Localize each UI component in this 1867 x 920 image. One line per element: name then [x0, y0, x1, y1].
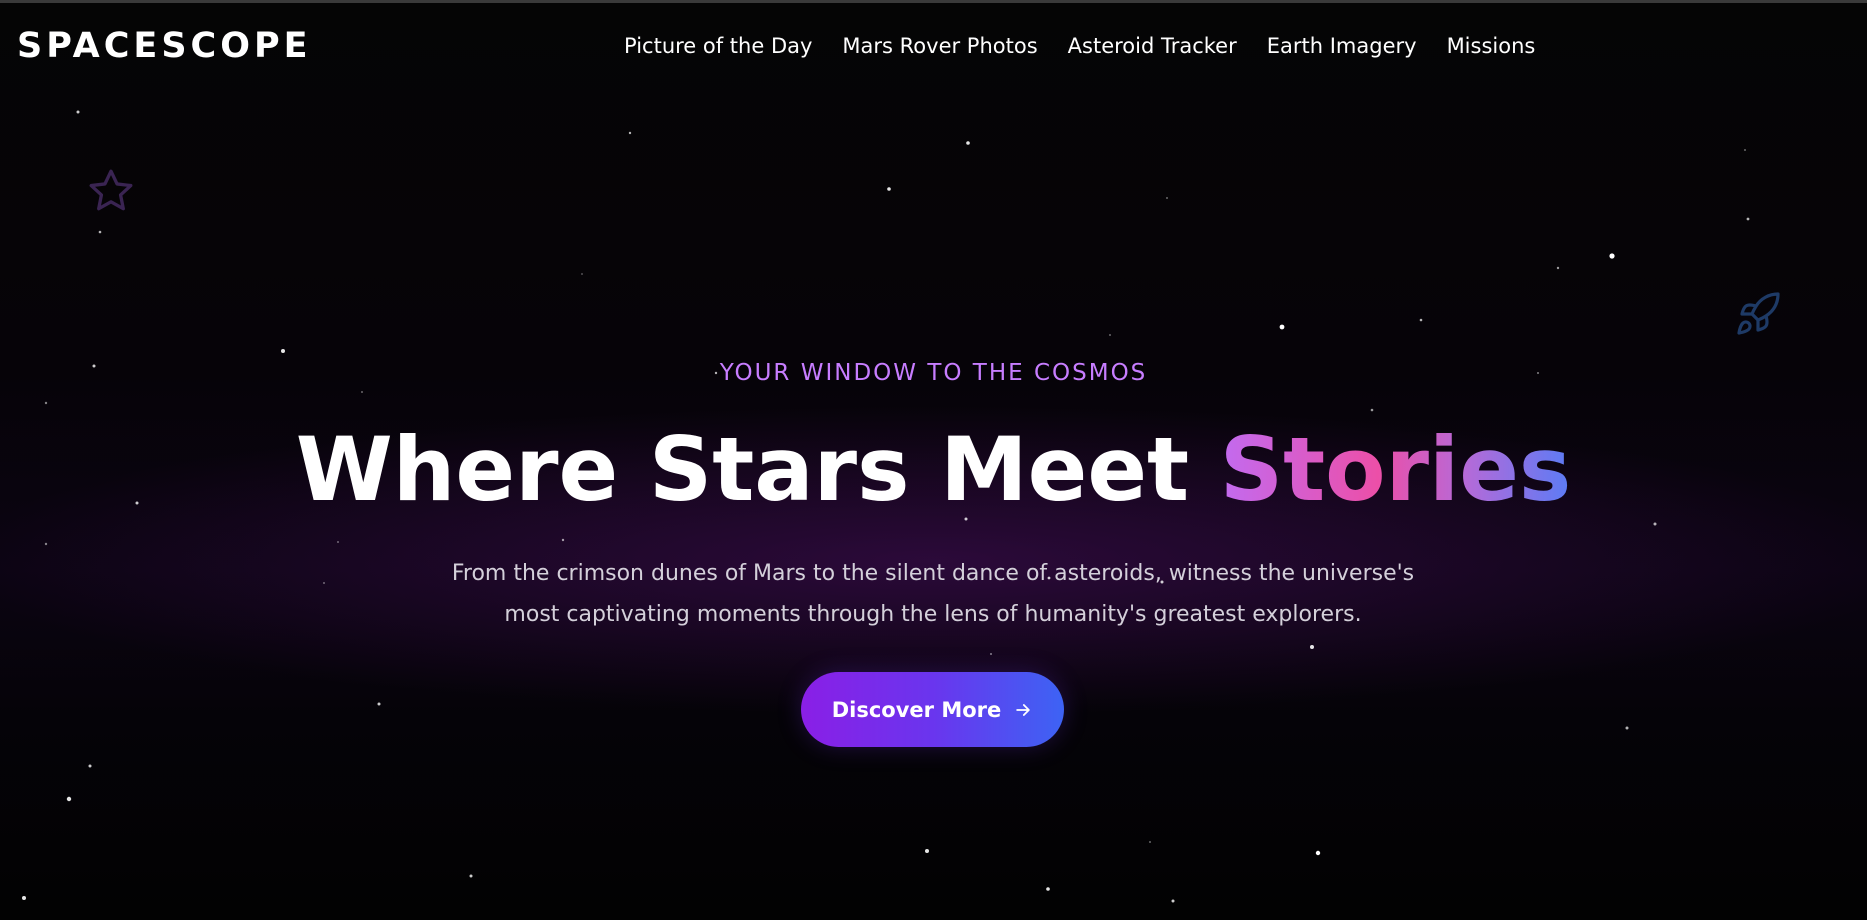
nav-earth-imagery[interactable]: Earth Imagery: [1267, 30, 1417, 62]
nav-asteroid-tracker[interactable]: Asteroid Tracker: [1068, 30, 1237, 62]
hero-headline: Where Stars Meet Stories: [0, 418, 1867, 522]
headline-accent-text: Stories: [1219, 418, 1572, 521]
hero-tagline: YOUR WINDOW TO THE COSMOS: [719, 360, 1148, 386]
rocket-icon: [1737, 292, 1780, 335]
hero-page: SPACESCOPE Picture of the Day Mars Rover…: [0, 0, 1867, 920]
nav-missions[interactable]: Missions: [1447, 30, 1536, 62]
site-logo[interactable]: SPACESCOPE: [17, 25, 312, 67]
arrow-right-icon: [1016, 703, 1031, 716]
nav-picture-of-the-day[interactable]: Picture of the Day: [624, 30, 812, 62]
hero-subtitle: From the crimson dunes of Mars to the si…: [433, 553, 1433, 635]
nav-mars-rover-photos[interactable]: Mars Rover Photos: [842, 30, 1037, 62]
discover-more-button[interactable]: Discover More: [801, 672, 1064, 747]
subtitle-line-1: From the crimson dunes of Mars to the si…: [451, 561, 1415, 586]
main-nav: Picture of the Day Mars Rover Photos Ast…: [624, 30, 1535, 62]
star-outline-icon: [89, 169, 133, 211]
headline-main-text: Where Stars Meet: [295, 418, 1190, 521]
cta-label: Discover More: [831, 697, 1002, 722]
subtitle-line-2: most captivating moments through the len…: [504, 602, 1362, 627]
